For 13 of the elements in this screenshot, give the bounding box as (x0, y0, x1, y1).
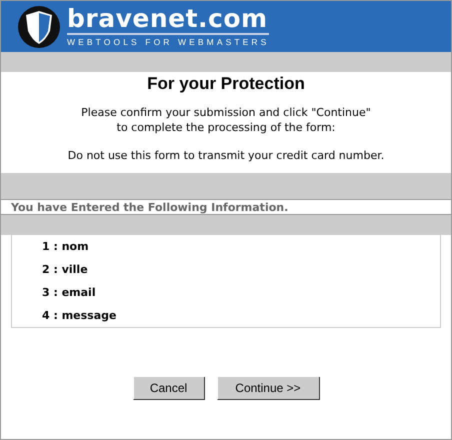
logo-wordmark: bravenet.com (67, 6, 270, 35)
instruction-text: Please confirm your submission and click "Continue" to complete the processing of the form: (80, 105, 372, 135)
warning-text: Do not use this form to transmit your credit card number. (66, 148, 386, 163)
field-name: 4 : message (42, 309, 118, 322)
field-name: 1 : nom (42, 240, 90, 253)
field-name: 2 : ville (42, 263, 89, 276)
continue-button[interactable]: Continue >> (216, 377, 320, 400)
section-heading: You have Entered the Following Information. (11, 200, 288, 214)
cancel-button[interactable]: Cancel (132, 377, 204, 400)
shield-icon (17, 4, 61, 48)
page-title: For your Protection (146, 74, 306, 94)
logo-tagline: WEBTOOLS FOR WEBMASTERS (67, 37, 270, 47)
field-name: 3 : email (42, 286, 97, 299)
